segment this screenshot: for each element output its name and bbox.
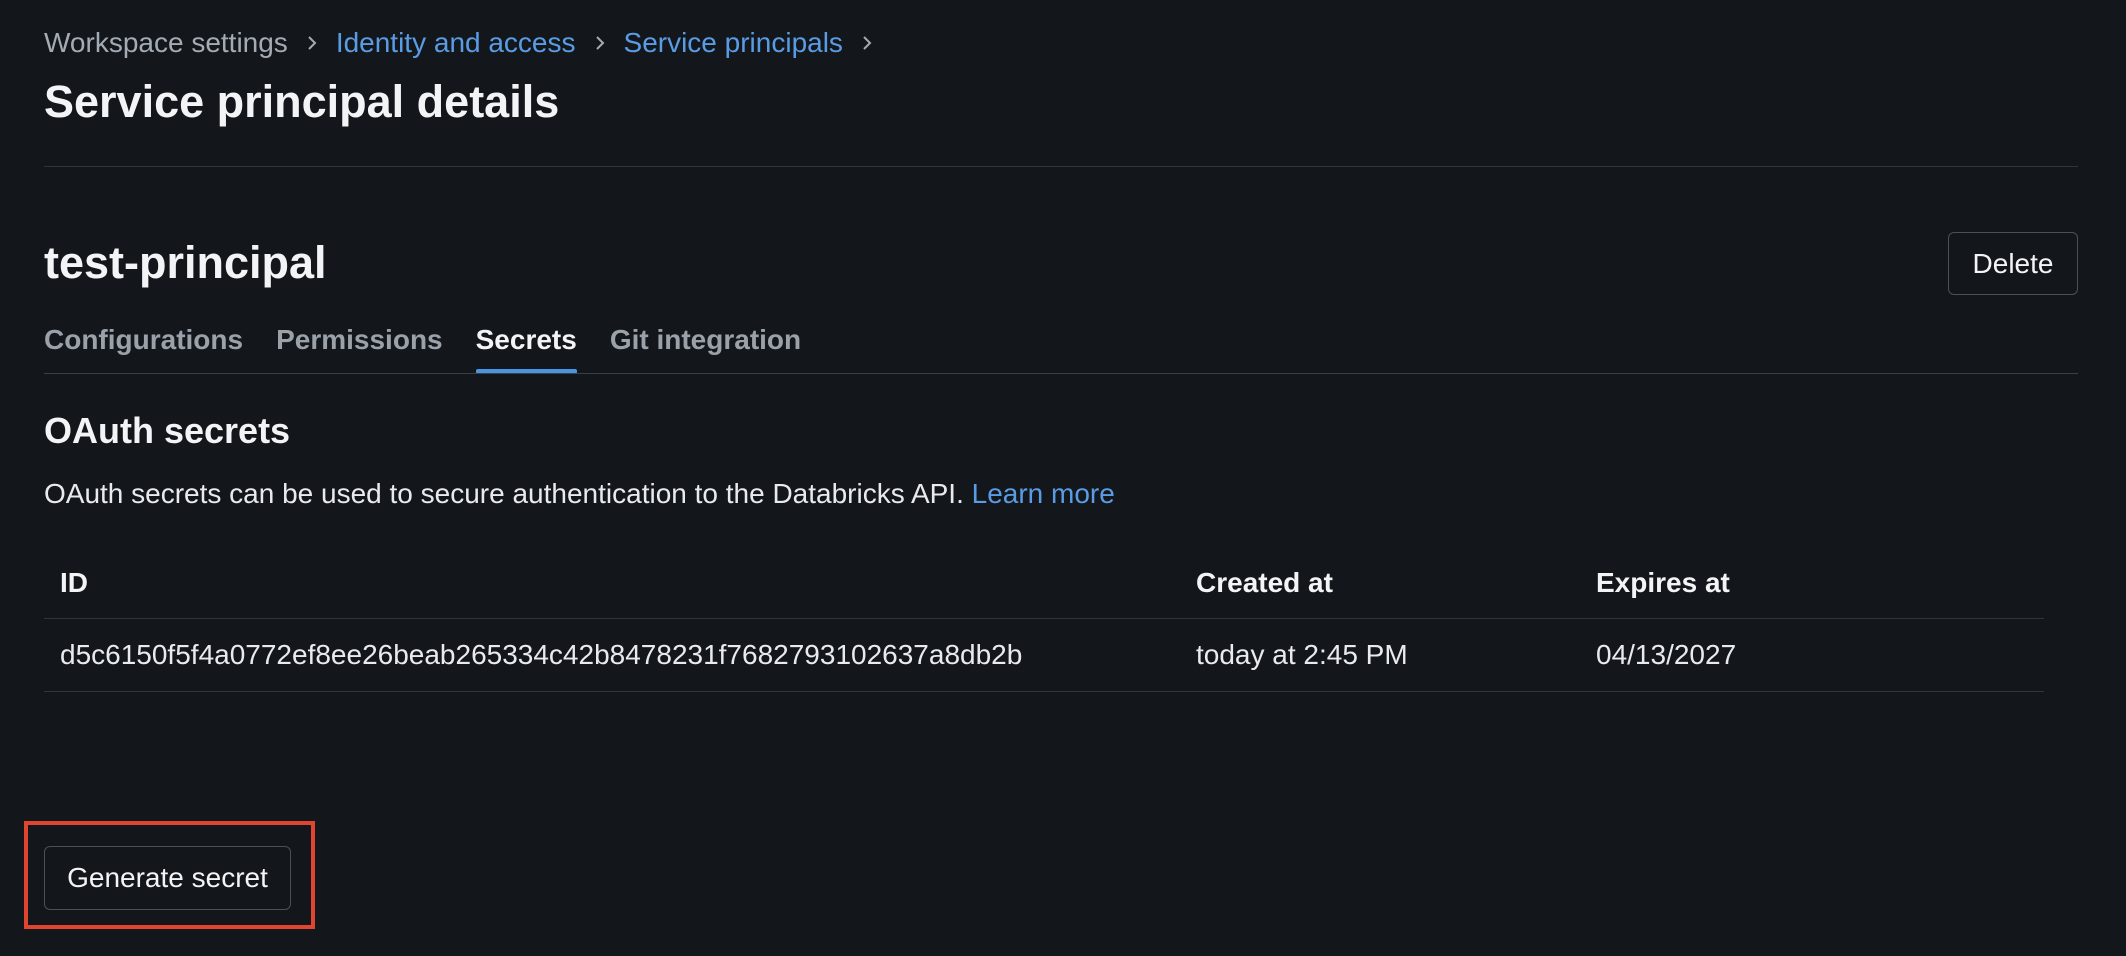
breadcrumb-service-principals[interactable]: Service principals: [624, 27, 843, 59]
service-principal-page: Workspace settings Identity and access S…: [0, 0, 2126, 956]
secret-created-at: today at 2:45 PM: [1196, 639, 1408, 670]
chevron-right-icon: [861, 34, 873, 52]
secrets-table: ID Created at Expires at d5c6150f5f4a077…: [44, 548, 2044, 692]
secret-expires-at: 04/13/2027: [1596, 639, 1737, 670]
oauth-secrets-title: OAuth secrets: [44, 410, 291, 451]
secret-id: d5c6150f5f4a0772ef8ee26beab265334c42b847…: [60, 639, 1023, 670]
delete-button[interactable]: Delete: [1948, 232, 2078, 295]
table-row: d5c6150f5f4a0772ef8ee26beab265334c42b847…: [44, 619, 2044, 692]
header-divider: [44, 166, 2078, 167]
tab-secrets[interactable]: Secrets: [475, 320, 578, 374]
learn-more-link[interactable]: Learn more: [972, 478, 1115, 509]
tab-bar: Configurations Permissions Secrets Git i…: [44, 320, 834, 374]
breadcrumb-workspace-settings[interactable]: Workspace settings: [44, 27, 288, 59]
tab-git-integration[interactable]: Git integration: [610, 320, 801, 374]
column-header-created-at[interactable]: Created at: [1196, 567, 1596, 599]
principal-name: test-principal: [44, 237, 327, 288]
breadcrumb: Workspace settings Identity and access S…: [44, 24, 891, 62]
column-header-id[interactable]: ID: [44, 567, 1196, 599]
description-text: OAuth secrets can be used to secure auth…: [44, 478, 964, 509]
page-title: Service principal details: [44, 76, 560, 127]
breadcrumb-identity-and-access[interactable]: Identity and access: [336, 27, 576, 59]
table-header: ID Created at Expires at: [44, 548, 2044, 619]
generate-secret-button[interactable]: Generate secret: [44, 846, 291, 910]
tab-configurations[interactable]: Configurations: [44, 320, 243, 374]
chevron-right-icon: [306, 34, 318, 52]
oauth-secrets-description: OAuth secrets can be used to secure auth…: [44, 478, 1115, 510]
chevron-right-icon: [594, 34, 606, 52]
tabs-divider: [44, 373, 2078, 374]
column-header-expires-at[interactable]: Expires at: [1596, 567, 2044, 599]
tab-permissions[interactable]: Permissions: [276, 320, 443, 374]
